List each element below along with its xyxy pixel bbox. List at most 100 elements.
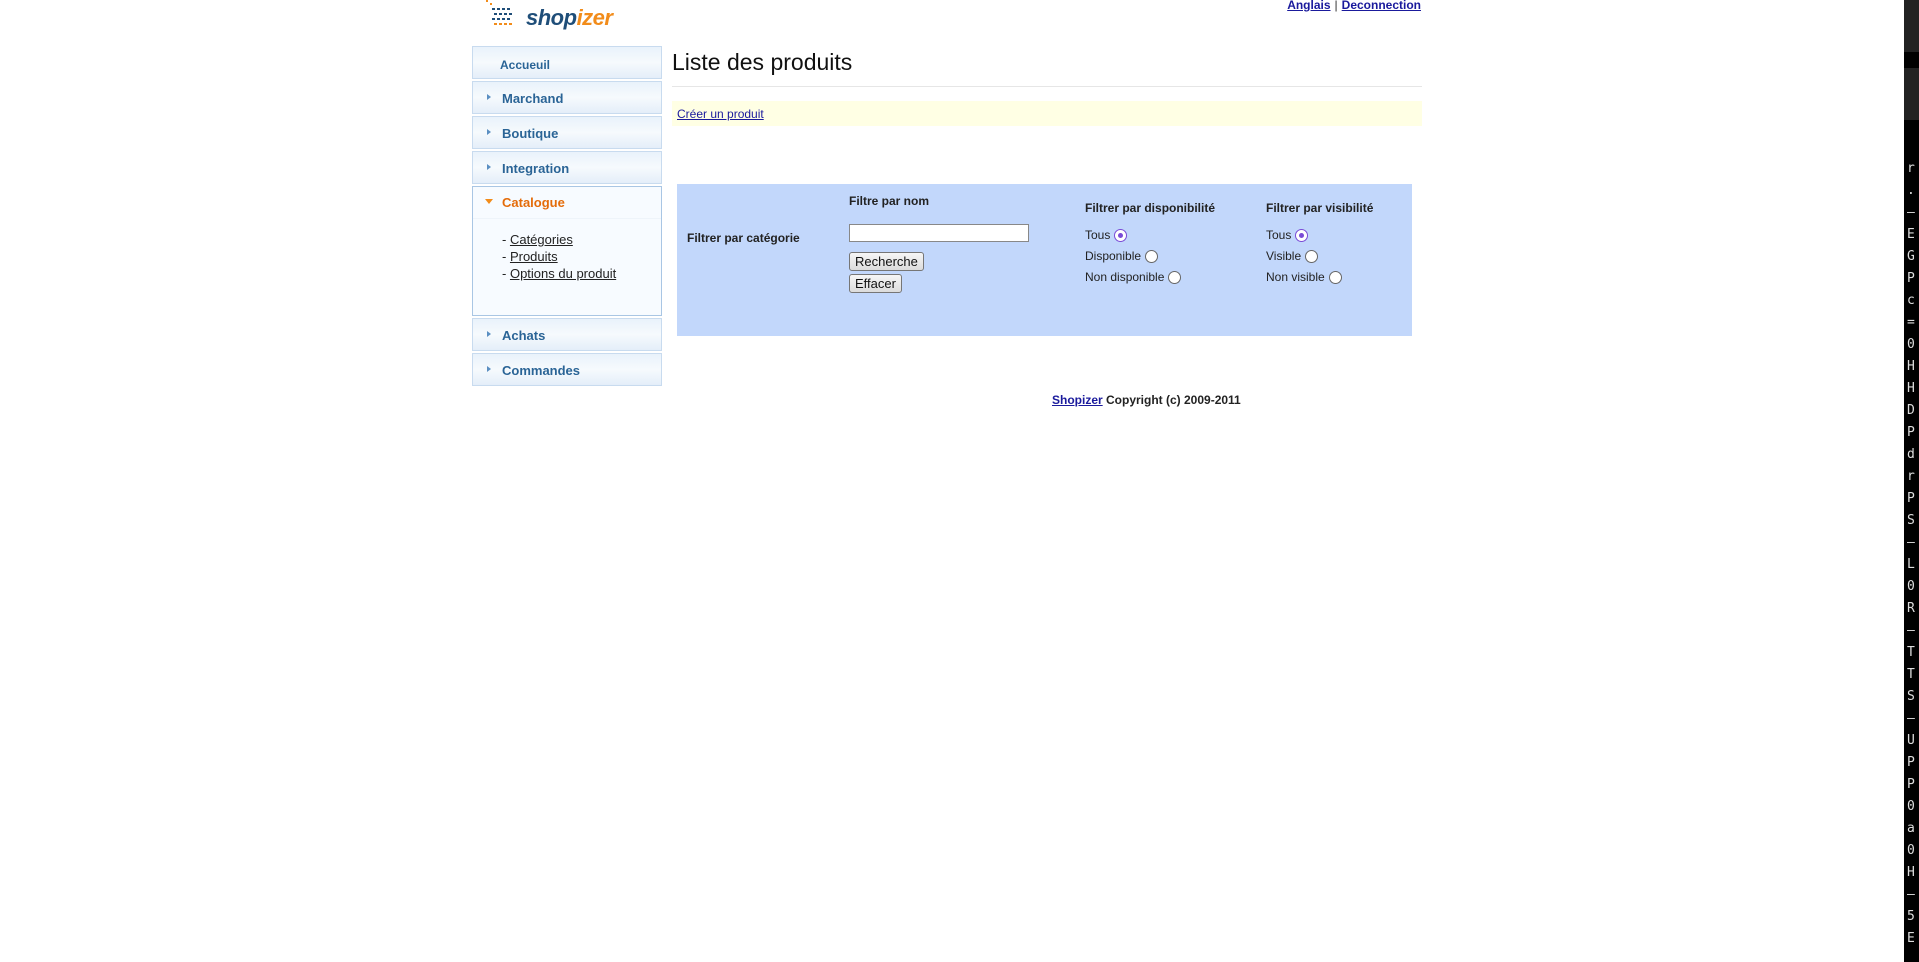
sidebar-item-label: Accueuil [500,58,551,72]
sidebar-item-boutique[interactable]: Boutique [472,116,662,149]
terminal-char: E [1907,227,1915,242]
availability-option-available[interactable]: Disponible [1085,249,1159,263]
visibility-filter-label: Filtrer par visibilité [1266,201,1374,215]
sidebar-item-integration[interactable]: Integration [472,151,662,184]
terminal-char: — [1907,711,1915,726]
footer: Shopizer Copyright (c) 2009-2011 [1052,393,1241,407]
terminal-char: S [1907,513,1915,528]
shopizer-logo[interactable]: shopizer [484,0,614,32]
radio-button[interactable] [1295,228,1309,242]
option-label: Non visible [1266,270,1325,284]
chevron-right-icon [487,164,491,170]
availability-option-unavailable[interactable]: Non disponible [1085,270,1182,284]
terminal-char: 0 [1907,799,1915,814]
chevron-down-icon [485,199,493,204]
terminal-char: 0 [1907,843,1915,858]
terminal-char: r [1907,161,1915,176]
submenu-bullet: - [502,266,510,281]
terminal-char: D [1907,403,1915,418]
title-divider [672,86,1422,87]
logout-link[interactable]: Deconnection [1342,0,1421,12]
terminal-char: — [1907,623,1915,638]
submenu-bullet: - [502,232,510,247]
sidebar-item-achats[interactable]: Achats [472,318,662,351]
terminal-char: P [1907,271,1915,286]
sidebar-item-label: Marchand [502,91,564,106]
visibility-option-all[interactable]: Tous [1266,228,1309,242]
option-label: Visible [1266,249,1302,263]
create-product-bar: Créer un produit [672,101,1422,126]
submenu-bullet: - [502,249,510,264]
name-filter-input[interactable] [849,224,1029,242]
top-links: Anglais | Deconnection [1287,0,1421,12]
availability-filter-label: Filtrer par disponibilité [1085,201,1216,215]
sidebar-item-label: Catalogue [502,195,565,210]
categories-link[interactable]: Catégories [510,232,573,247]
sidebar-section-catalogue: Catalogue - Catégories - Produits - Opti… [472,186,662,316]
terminal-tab [1904,0,1919,52]
sidebar-item-commandes[interactable]: Commandes [472,353,662,386]
terminal-char: c [1907,293,1915,308]
sidebar-nav: Accueuil Marchand Boutique Integration C… [472,46,662,388]
terminal-text: r. — E G Pc = 0 H H D Pd r P S — L 0 R — T T S — U P P 0 a 0 H —5 E [1907,158,1915,950]
create-product-link[interactable]: Créer un produit [677,107,764,121]
clear-button[interactable]: Effacer [849,274,902,293]
catalogue-submenu: - Catégories - Produits - Options du pro… [502,231,616,282]
search-button[interactable]: Recherche [849,252,924,271]
footer-copyright: Copyright (c) 2009-2011 [1102,393,1241,407]
visibility-option-hidden[interactable]: Non visible [1266,270,1342,284]
terminal-char: — [1907,205,1915,220]
sidebar-item-label: Achats [502,328,546,343]
logo-shop: shop [526,5,577,30]
terminal-char: 5 [1907,909,1915,924]
sidebar-item-home[interactable]: Accueuil [472,46,662,79]
logo-dots-icon [486,0,512,25]
terminal-char: P [1907,425,1915,440]
sidebar-item-label: Integration [502,161,570,176]
terminal-char: r [1907,469,1915,484]
terminal-char: d [1907,447,1915,462]
terminal-char: H [1907,381,1915,396]
terminal-char: L [1907,557,1915,572]
terminal-window-edge: r. — E G Pc = 0 H H D Pd r P S — L 0 R — T T S — U P P 0 a 0 H —5 E [1904,0,1919,962]
terminal-char: a [1907,821,1915,836]
product-options-link[interactable]: Options du produit [510,266,616,281]
chevron-right-icon [487,94,491,100]
radio-button[interactable] [1328,270,1342,284]
option-label: Tous [1085,228,1111,242]
terminal-char: H [1907,359,1915,374]
product-filter-panel: Filtrer par catégorie Filtre par nom Rec… [677,184,1412,336]
terminal-char: P [1907,755,1915,770]
visibility-option-visible[interactable]: Visible [1266,249,1319,263]
terminal-tab [1904,68,1919,120]
radio-button[interactable] [1305,249,1319,263]
radio-button[interactable] [1114,228,1128,242]
terminal-char: E [1907,931,1915,946]
availability-option-all[interactable]: Tous [1085,228,1128,242]
sidebar-item-catalogue[interactable]: Catalogue [473,187,661,219]
radio-button[interactable] [1168,270,1182,284]
submenu-item-categories: - Catégories [502,231,616,248]
option-label: Disponible [1085,249,1142,263]
terminal-char: R [1907,601,1915,616]
language-link[interactable]: Anglais [1287,0,1330,12]
footer-shopizer-link[interactable]: Shopizer [1052,393,1103,407]
name-filter-label: Filtre par nom [849,194,930,208]
option-label: Non disponible [1085,270,1165,284]
chevron-right-icon [487,129,491,135]
terminal-char: H [1907,865,1915,880]
sidebar-item-marchand[interactable]: Marchand [472,81,662,114]
option-label: Tous [1266,228,1292,242]
page-title: Liste des produits [672,49,853,75]
chevron-right-icon [487,366,491,372]
terminal-char: U [1907,733,1915,748]
terminal-char: G [1907,249,1915,264]
logo-wordmark: shopizer [526,5,613,31]
radio-button[interactable] [1145,249,1159,263]
submenu-item-options: - Options du produit [502,265,616,282]
terminal-char: P [1907,777,1915,792]
terminal-char: — [1907,887,1915,902]
sidebar-item-label: Boutique [502,126,559,141]
terminal-char: T [1907,667,1915,682]
products-link[interactable]: Produits [510,249,558,264]
